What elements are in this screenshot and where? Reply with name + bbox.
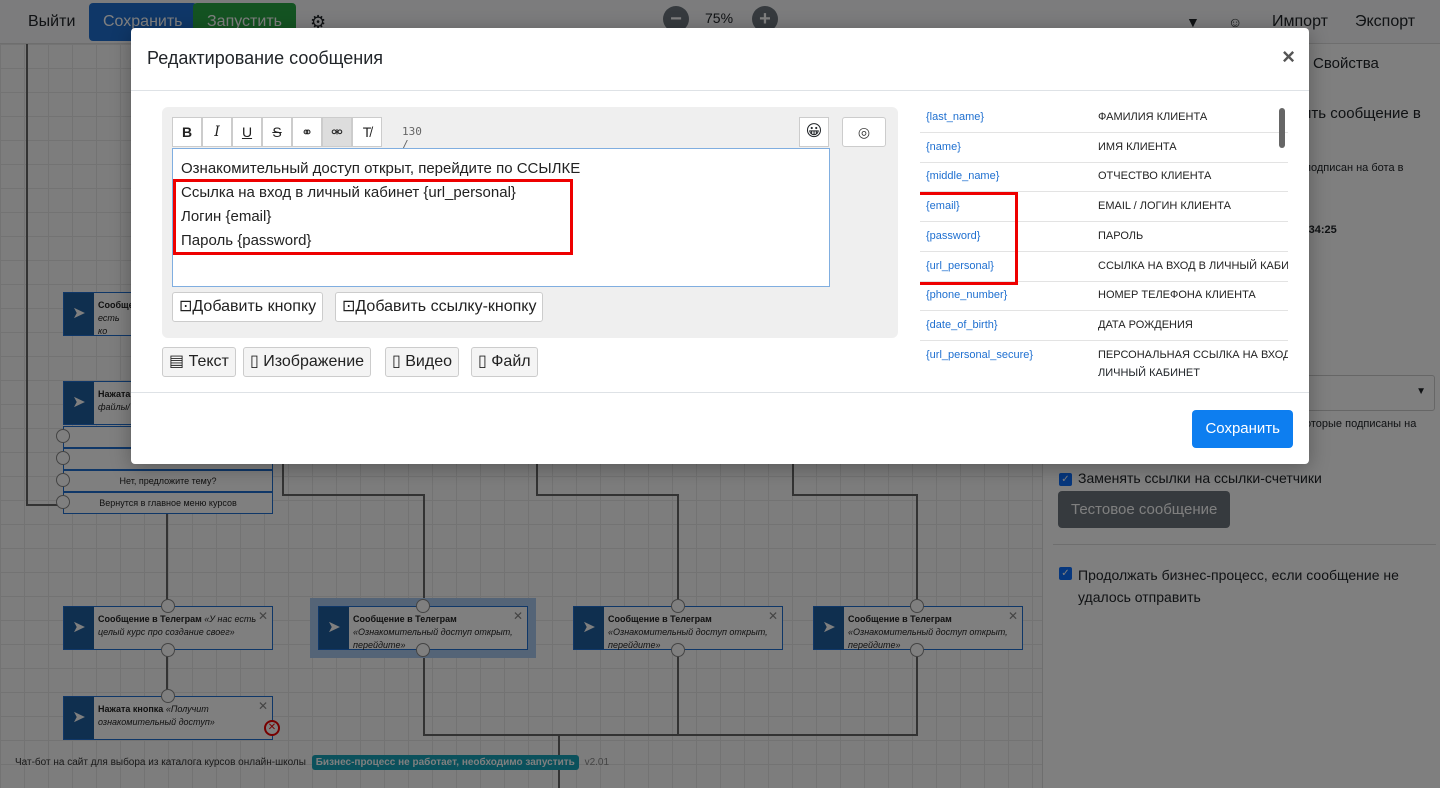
type-file-button[interactable]: ▯ Файл [471,347,538,377]
variables-scrollbar[interactable] [1279,108,1285,148]
highlight-box [173,179,573,255]
save-button[interactable]: Сохранить [1192,410,1293,448]
file-icon: ▯ [250,353,264,370]
message-editor: B I U S ⚭ ⚮ T̸ 130 / 4096 😀 Ознакомитель… [162,107,898,338]
edit-message-modal: Редактирование сообщения × B I U S ⚭ ⚮ T… [131,28,1309,464]
modal-header: Редактирование сообщения × [131,28,1309,91]
add-icon: ⊡ [342,298,356,315]
bold-icon[interactable]: B [172,117,202,147]
link-icon[interactable]: ⚭ [292,117,322,147]
variable-row[interactable]: {middle_name} ОТЧЕСТВО КЛИЕНТА [920,162,1288,192]
strikethrough-icon[interactable]: S [262,117,292,147]
add-icon: ⊡ [179,298,193,315]
variable-desc-continued: ЛИЧНЫЙ КАБИНЕТ [1098,367,1200,377]
variable-row[interactable]: {last_name} ФАМИЛИЯ КЛИЕНТА [920,103,1288,133]
text-icon: ▤ [169,353,189,370]
file-icon: ▯ [478,353,492,370]
unlink-icon[interactable]: ⚮ [322,117,352,147]
underline-icon[interactable]: U [232,117,262,147]
variables-table: {last_name} ФАМИЛИЯ КЛИЕНТА {name} ИМЯ КЛИ… [920,103,1288,377]
add-button-button[interactable]: ⊡Добавить кнопку [172,292,324,322]
emoji-icon[interactable]: 😀 [799,117,829,147]
variable-row[interactable]: {phone_number} НОМЕР ТЕЛЕФОНА КЛИЕНТА [920,281,1288,311]
modal-footer: Сохранить [131,392,1309,464]
clear-format-icon[interactable]: T̸ [352,117,382,147]
message-line: Ознакомительный доступ открыт, перейдите… [181,160,581,177]
file-icon: ▯ [392,353,406,370]
variable-row[interactable]: {name} ИМЯ КЛИЕНТА [920,133,1288,163]
modal-title: Редактирование сообщения [147,48,384,68]
add-link-button-button[interactable]: ⊡Добавить ссылку-кнопку [335,292,544,322]
eye-slash-icon[interactable]: ◎ [842,117,886,147]
close-icon[interactable]: × [1282,44,1295,70]
type-image-button[interactable]: ▯ Изображение [243,347,372,377]
type-video-button[interactable]: ▯ Видео [385,347,459,377]
highlight-box [920,192,1018,285]
variable-row[interactable]: {date_of_birth} ДАТА РОЖДЕНИЯ [920,311,1288,341]
type-text-button[interactable]: ▤ Текст [162,347,236,377]
italic-icon[interactable]: I [202,117,232,147]
